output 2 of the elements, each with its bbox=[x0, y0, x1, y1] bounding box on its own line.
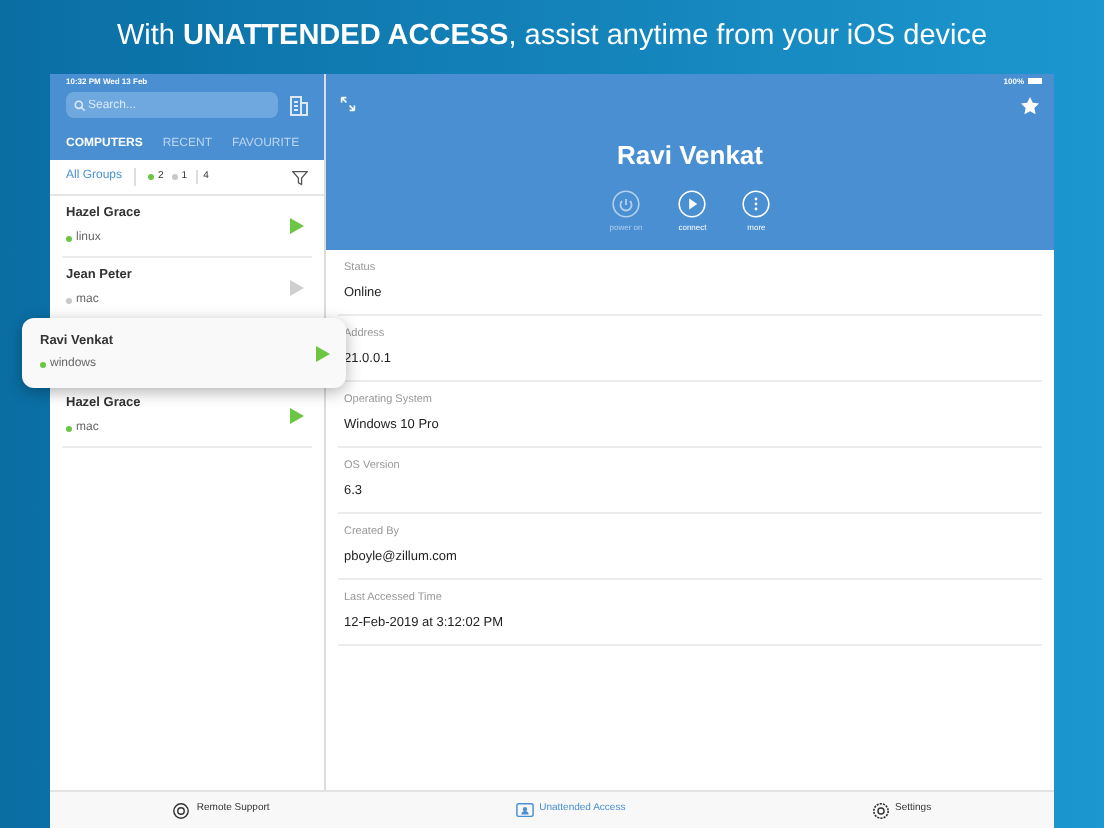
headline: With UNATTENDED ACCESS, assist anytime from your iOS device bbox=[116, 17, 988, 56]
computer-name: Ravi Venkat bbox=[617, 138, 763, 174]
